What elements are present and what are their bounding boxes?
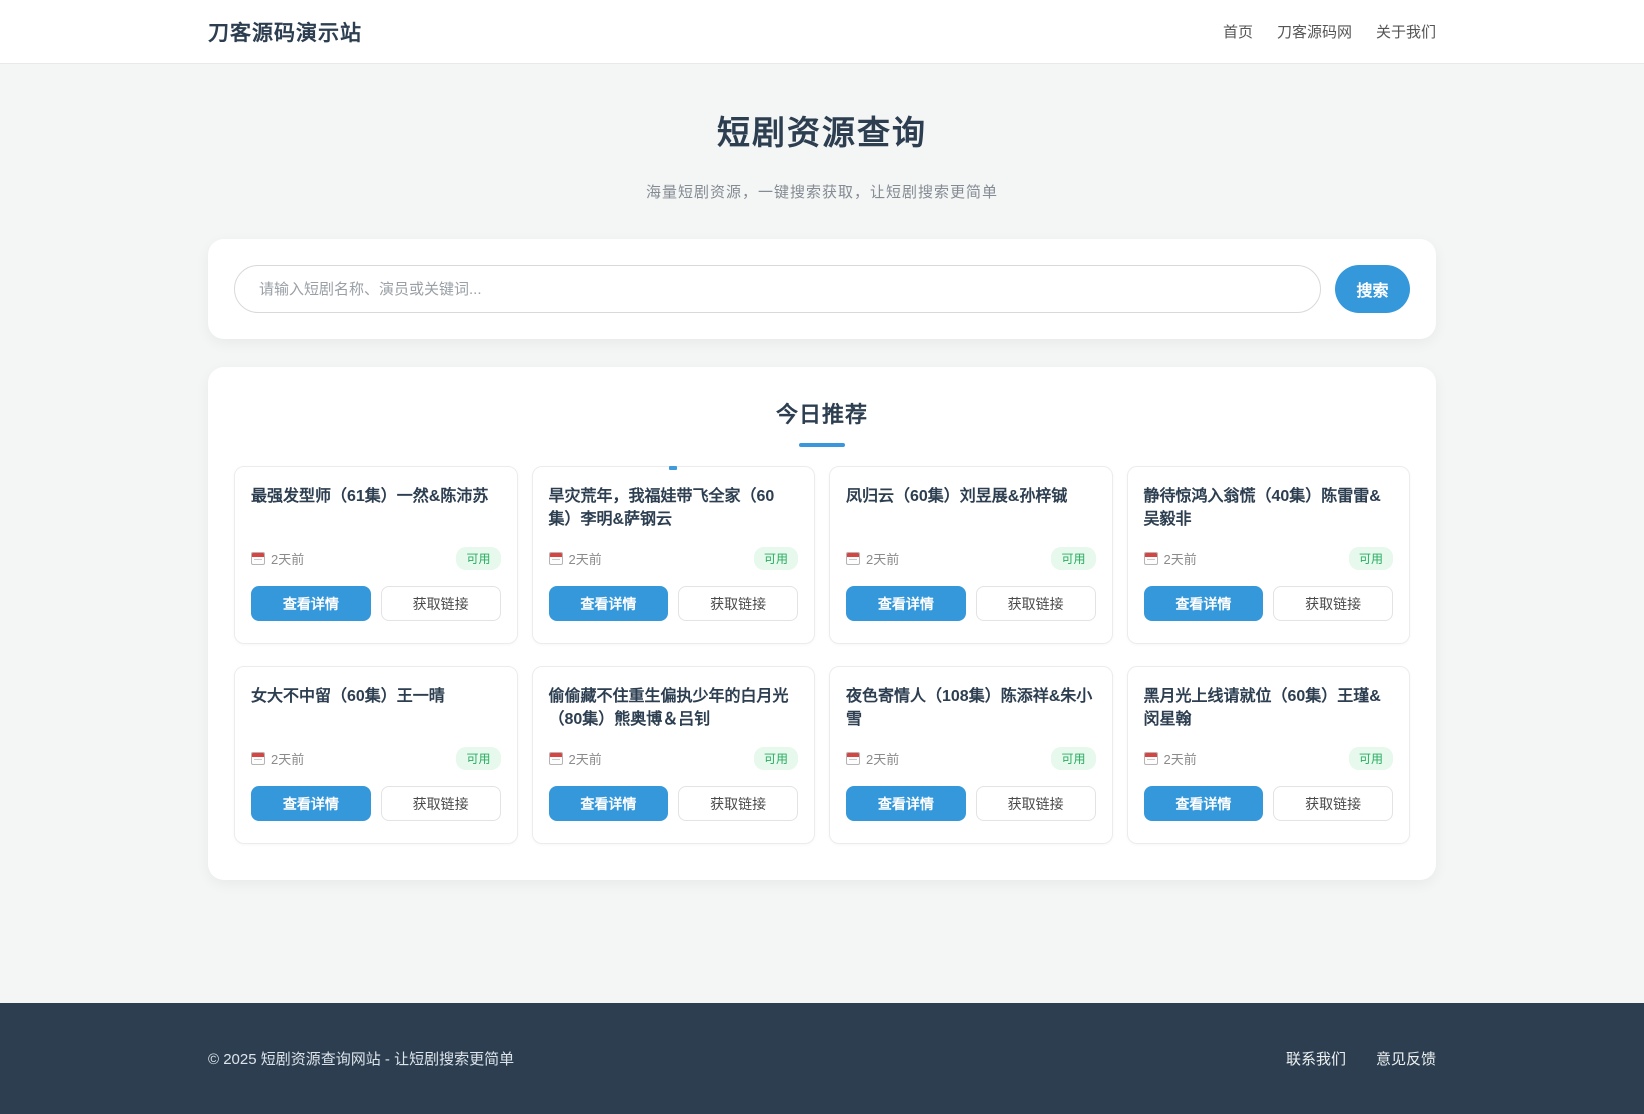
get-link-button[interactable]: 获取链接 [976, 786, 1096, 821]
drama-card-1: 最强发型师（61集）一然&陈沛苏 2天前 可用 查看详情 获取链接 [234, 466, 518, 644]
status-badge: 可用 [1349, 747, 1393, 770]
calendar-icon [846, 552, 860, 565]
calendar-icon [251, 552, 265, 565]
status-badge: 可用 [456, 547, 500, 570]
footer-link-contact[interactable]: 联系我们 [1286, 1048, 1346, 1069]
update-time: 2天前 [271, 549, 304, 568]
status-badge: 可用 [1051, 747, 1095, 770]
status-badge: 可用 [754, 547, 798, 570]
status-badge: 可用 [1051, 547, 1095, 570]
drama-card-3: 凤归云（60集）刘昱展&孙梓铖 2天前 可用 查看详情 获取链接 [829, 466, 1113, 644]
drama-card-2: 旱灾荒年，我福娃带飞全家（60集）李明&萨钢云 2天前 可用 查看详情 获取链接 [532, 466, 816, 644]
drama-card-6: 偷偷藏不住重生偏执少年的白月光（80集）熊奥博＆吕钊 2天前 可用 查看详情 获… [532, 666, 816, 844]
get-link-button[interactable]: 获取链接 [1273, 586, 1393, 621]
drama-card-5: 女大不中留（60集）王一晴 2天前 可用 查看详情 获取链接 [234, 666, 518, 844]
drama-title: 凤归云（60集）刘昱展&孙梓铖 [846, 485, 1096, 532]
view-detail-button[interactable]: 查看详情 [846, 786, 966, 821]
status-badge: 可用 [754, 747, 798, 770]
calendar-icon [549, 752, 563, 765]
recommend-title: 今日推荐 [234, 397, 1410, 429]
drama-title: 偷偷藏不住重生偏执少年的白月光（80集）熊奥博＆吕钊 [549, 685, 799, 732]
calendar-icon [1144, 552, 1158, 565]
drama-title: 最强发型师（61集）一然&陈沛苏 [251, 485, 501, 532]
view-detail-button[interactable]: 查看详情 [251, 786, 371, 821]
main-nav: 首页 刀客源码网 关于我们 [1223, 21, 1436, 42]
recommend-panel: 今日推荐 最强发型师（61集）一然&陈沛苏 2天前 可用 查看详情 获取链接 [208, 367, 1436, 880]
page-subtitle: 海量短剧资源，一键搜索获取，让短剧搜索更简单 [0, 181, 1644, 202]
title-underline [799, 443, 845, 447]
page-title: 短剧资源查询 [0, 106, 1644, 154]
nav-item-daoke-source[interactable]: 刀客源码网 [1277, 21, 1352, 42]
search-button[interactable]: 搜索 [1335, 265, 1410, 313]
drama-title: 静待惊鸿入翁慌（40集）陈雷雷&吴毅非 [1144, 485, 1394, 532]
drama-title: 夜色寄情人（108集）陈添祥&朱小雪 [846, 685, 1096, 732]
get-link-button[interactable]: 获取链接 [678, 586, 798, 621]
status-badge: 可用 [456, 747, 500, 770]
drama-title: 旱灾荒年，我福娃带飞全家（60集）李明&萨钢云 [549, 485, 799, 532]
footer-link-feedback[interactable]: 意见反馈 [1376, 1048, 1436, 1069]
view-detail-button[interactable]: 查看详情 [549, 586, 669, 621]
calendar-icon [1144, 752, 1158, 765]
update-time: 2天前 [271, 749, 304, 768]
get-link-button[interactable]: 获取链接 [976, 586, 1096, 621]
search-input[interactable] [234, 265, 1321, 313]
site-footer: © 2025 短剧资源查询网站 - 让短剧搜索更简单 联系我们 意见反馈 [0, 1003, 1644, 1114]
site-logo[interactable]: 刀客源码演示站 [208, 17, 362, 47]
get-link-button[interactable]: 获取链接 [381, 586, 501, 621]
update-time: 2天前 [866, 749, 899, 768]
update-time: 2天前 [866, 549, 899, 568]
nav-item-home[interactable]: 首页 [1223, 21, 1253, 42]
drama-card-7: 夜色寄情人（108集）陈添祥&朱小雪 2天前 可用 查看详情 获取链接 [829, 666, 1113, 844]
update-time: 2天前 [1164, 549, 1197, 568]
main-content: 短剧资源查询 海量短剧资源，一键搜索获取，让短剧搜索更简单 搜索 今日推荐 最强… [0, 64, 1644, 880]
update-time: 2天前 [569, 749, 602, 768]
view-detail-button[interactable]: 查看详情 [1144, 786, 1264, 821]
site-header: 刀客源码演示站 首页 刀客源码网 关于我们 [0, 0, 1644, 64]
hero-section: 短剧资源查询 海量短剧资源，一键搜索获取，让短剧搜索更简单 [0, 64, 1644, 202]
update-time: 2天前 [569, 549, 602, 568]
drama-cards-grid: 最强发型师（61集）一然&陈沛苏 2天前 可用 查看详情 获取链接 旱灾荒年，我… [234, 466, 1410, 844]
status-badge: 可用 [1349, 547, 1393, 570]
view-detail-button[interactable]: 查看详情 [549, 786, 669, 821]
view-detail-button[interactable]: 查看详情 [846, 586, 966, 621]
get-link-button[interactable]: 获取链接 [678, 786, 798, 821]
drama-card-4: 静待惊鸿入翁慌（40集）陈雷雷&吴毅非 2天前 可用 查看详情 获取链接 [1127, 466, 1411, 644]
search-panel: 搜索 [208, 239, 1436, 339]
drama-title: 女大不中留（60集）王一晴 [251, 685, 501, 732]
view-detail-button[interactable]: 查看详情 [1144, 586, 1264, 621]
copyright-text: © 2025 短剧资源查询网站 - 让短剧搜索更简单 [208, 1048, 514, 1069]
get-link-button[interactable]: 获取链接 [381, 786, 501, 821]
calendar-icon [549, 552, 563, 565]
footer-links: 联系我们 意见反馈 [1286, 1048, 1436, 1069]
scroll-indicator-dot [669, 466, 677, 470]
drama-card-8: 黑月光上线请就位（60集）王瑾&闵星翰 2天前 可用 查看详情 获取链接 [1127, 666, 1411, 844]
get-link-button[interactable]: 获取链接 [1273, 786, 1393, 821]
drama-title: 黑月光上线请就位（60集）王瑾&闵星翰 [1144, 685, 1394, 732]
calendar-icon [251, 752, 265, 765]
update-time: 2天前 [1164, 749, 1197, 768]
view-detail-button[interactable]: 查看详情 [251, 586, 371, 621]
nav-item-about[interactable]: 关于我们 [1376, 21, 1436, 42]
calendar-icon [846, 752, 860, 765]
